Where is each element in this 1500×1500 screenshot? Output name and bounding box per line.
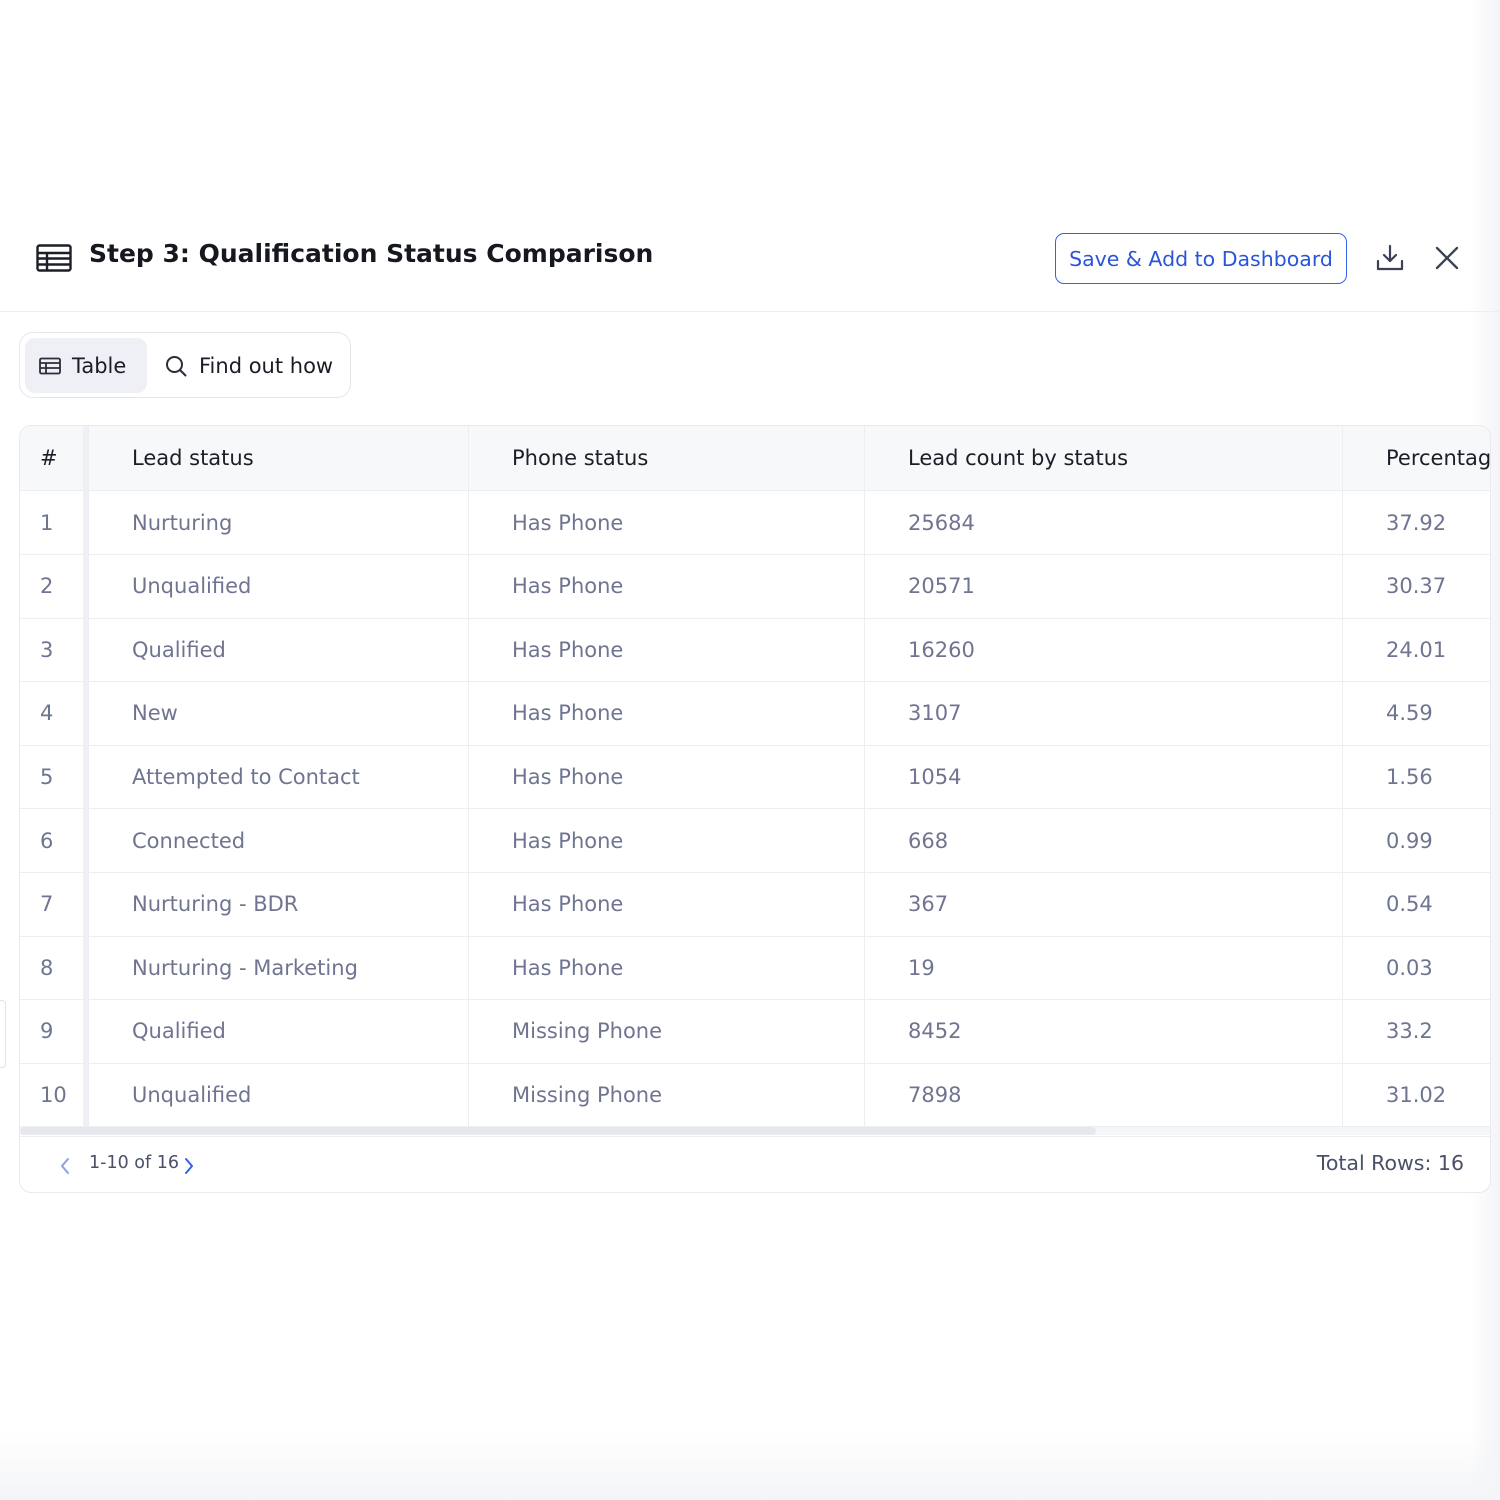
table-footer: 1-10 of 16 Total Rows: 16 xyxy=(20,1136,1490,1192)
row-index: 2 xyxy=(40,574,54,599)
view-toggle: Table Find out how xyxy=(19,332,351,398)
tab-table-label: Table xyxy=(72,353,127,378)
table-row[interactable]: 8 Nurturing - Marketing Has Phone 19 0.03 xyxy=(20,936,1490,1001)
lead-status-cell: Qualified xyxy=(88,618,468,682)
lead-status-cell: Unqualified xyxy=(88,554,468,618)
pagination-range: 1-10 of 16 xyxy=(89,1153,179,1173)
total-rows: Total Rows: 16 xyxy=(1316,1151,1464,1175)
phone-status-cell: Has Phone xyxy=(468,554,864,618)
chevron-right-icon xyxy=(185,1158,193,1174)
panel-header: Step 3: Qualification Status Comparison … xyxy=(0,225,1500,312)
row-index: 8 xyxy=(40,955,54,980)
column-header-lead-status[interactable]: Lead status xyxy=(88,426,468,490)
table-row[interactable]: 6 Connected Has Phone 668 0.99 xyxy=(20,809,1490,873)
row-index: 1 xyxy=(40,510,54,535)
row-index: 9 xyxy=(40,1019,54,1044)
close-button[interactable] xyxy=(1430,241,1464,275)
window-bottom-shade xyxy=(0,1430,1500,1500)
lead-count-cell: 367 xyxy=(864,872,1342,936)
lead-status-cell: Attempted to Contact xyxy=(88,745,468,809)
phone-status-cell: Has Phone xyxy=(468,936,864,1000)
table-row[interactable]: 1 Nurturing Has Phone 25684 37.92 xyxy=(20,491,1490,555)
lead-count-cell: 20571 xyxy=(864,554,1342,618)
percentage-cell: 33.2 xyxy=(1342,999,1490,1063)
row-index: 10 xyxy=(40,1082,67,1107)
lead-count-cell: 7898 xyxy=(864,1063,1342,1127)
phone-status-cell: Has Phone xyxy=(468,681,864,745)
phone-status-cell: Has Phone xyxy=(468,872,864,936)
table-row[interactable]: 3 Qualified Has Phone 16260 24.01 xyxy=(20,618,1490,683)
row-index: 4 xyxy=(40,701,54,726)
search-icon xyxy=(166,355,187,376)
table-header-row: # Lead status Phone status Lead count by… xyxy=(20,426,1490,491)
percentage-cell: 37.92 xyxy=(1342,491,1490,554)
save-add-to-dashboard-button[interactable]: Save & Add to Dashboard xyxy=(1055,233,1347,284)
percentage-cell: 0.99 xyxy=(1342,809,1490,872)
tab-find-out-how[interactable]: Find out how xyxy=(158,338,344,393)
lead-count-cell: 25684 xyxy=(864,491,1342,554)
percentage-cell: 31.02 xyxy=(1342,1063,1490,1127)
lead-status-cell: Nurturing - Marketing xyxy=(88,936,468,1000)
lead-status-cell: Nurturing xyxy=(88,491,468,554)
column-header-phone-status[interactable]: Phone status xyxy=(468,426,864,490)
phone-status-cell: Missing Phone xyxy=(468,999,864,1063)
phone-status-cell: Has Phone xyxy=(468,618,864,682)
percentage-cell: 0.54 xyxy=(1342,872,1490,936)
percentage-cell: 0.03 xyxy=(1342,936,1490,1000)
percentage-cell: 24.01 xyxy=(1342,618,1490,682)
lead-count-cell: 1054 xyxy=(864,745,1342,809)
download-icon xyxy=(1376,244,1404,271)
row-index: 7 xyxy=(40,892,54,917)
table-row[interactable]: 2 Unqualified Has Phone 20571 30.37 xyxy=(20,554,1490,619)
lead-status-cell: Unqualified xyxy=(88,1063,468,1127)
lead-status-cell: New xyxy=(88,681,468,745)
lead-count-cell: 8452 xyxy=(864,999,1342,1063)
row-index: 6 xyxy=(40,828,54,853)
download-button[interactable] xyxy=(1373,241,1407,275)
table-icon xyxy=(39,357,61,374)
side-panel-handle[interactable] xyxy=(0,1000,6,1068)
sticky-column-divider xyxy=(83,426,88,1126)
percentage-cell: 30.37 xyxy=(1342,554,1490,618)
page-title: Step 3: Qualification Status Comparison xyxy=(89,239,654,268)
horizontal-scrollbar[interactable] xyxy=(20,1127,1490,1135)
horizontal-scrollbar-thumb[interactable] xyxy=(20,1127,1096,1135)
table-row[interactable]: 10 Unqualified Missing Phone 7898 31.02 xyxy=(20,1063,1490,1128)
table-row[interactable]: 4 New Has Phone 3107 4.59 xyxy=(20,681,1490,746)
lead-status-cell: Nurturing - BDR xyxy=(88,872,468,936)
column-header-index[interactable]: # xyxy=(20,426,82,490)
column-header-lead-count[interactable]: Lead count by status xyxy=(864,426,1342,490)
percentage-cell: 1.56 xyxy=(1342,745,1490,809)
lead-count-cell: 3107 xyxy=(864,681,1342,745)
table-row[interactable]: 9 Qualified Missing Phone 8452 33.2 xyxy=(20,999,1490,1064)
previous-page-button[interactable] xyxy=(54,1154,76,1178)
chevron-left-icon xyxy=(61,1158,69,1174)
next-page-button[interactable] xyxy=(178,1154,200,1178)
row-index: 5 xyxy=(40,764,54,789)
table-icon xyxy=(36,244,72,272)
lead-status-cell: Qualified xyxy=(88,999,468,1063)
lead-count-cell: 16260 xyxy=(864,618,1342,682)
row-index: 3 xyxy=(40,637,54,662)
phone-status-cell: Missing Phone xyxy=(468,1063,864,1127)
phone-status-cell: Has Phone xyxy=(468,745,864,809)
phone-status-cell: Has Phone xyxy=(468,809,864,872)
lead-status-cell: Connected xyxy=(88,809,468,872)
close-icon xyxy=(1435,246,1459,270)
phone-status-cell: Has Phone xyxy=(468,491,864,554)
table-row[interactable]: 5 Attempted to Contact Has Phone 1054 1.56 xyxy=(20,745,1490,810)
lead-count-cell: 19 xyxy=(864,936,1342,1000)
lead-count-cell: 668 xyxy=(864,809,1342,872)
column-header-percentage[interactable]: Percentag xyxy=(1342,426,1490,490)
tab-find-out-how-label: Find out how xyxy=(199,353,334,378)
tab-table[interactable]: Table xyxy=(25,338,147,393)
table-row[interactable]: 7 Nurturing - BDR Has Phone 367 0.54 xyxy=(20,872,1490,937)
data-table-card: # Lead status Phone status Lead count by… xyxy=(19,425,1491,1193)
percentage-cell: 4.59 xyxy=(1342,681,1490,745)
